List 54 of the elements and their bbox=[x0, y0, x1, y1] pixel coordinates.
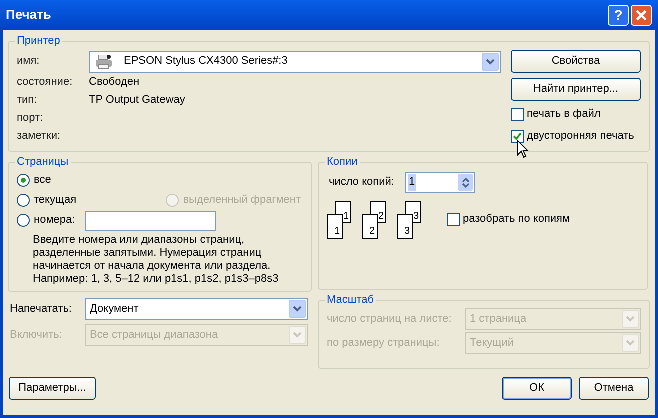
checkbox[interactable] bbox=[511, 108, 524, 120]
field-label: имя: bbox=[17, 54, 41, 70]
field-label: тип: bbox=[17, 93, 38, 108]
radio-button[interactable] bbox=[17, 174, 30, 187]
printer-icon bbox=[96, 54, 112, 68]
field-value: TP Output Gateway bbox=[89, 93, 186, 108]
group-title: Копии bbox=[326, 155, 359, 170]
checkbox-label[interactable]: двусторонняя печать bbox=[527, 128, 634, 144]
spinner-arrows-icon bbox=[462, 176, 470, 188]
checkbox[interactable] bbox=[447, 213, 460, 226]
field-label: по размеру страницы: bbox=[327, 336, 441, 351]
group-title: Масштаб bbox=[326, 293, 376, 308]
close-button[interactable] bbox=[631, 4, 652, 26]
button[interactable]: ОК bbox=[502, 377, 572, 400]
button[interactable]: Найти принтер... bbox=[511, 78, 641, 100]
page-numbers-field[interactable] bbox=[85, 210, 216, 230]
field-label: число копий: bbox=[328, 175, 396, 190]
dropdown[interactable]: Документ bbox=[84, 298, 308, 320]
button[interactable]: Параметры... bbox=[9, 377, 96, 400]
field-label: порт: bbox=[17, 111, 44, 126]
group-title: Принтер bbox=[16, 34, 62, 49]
cursor-icon bbox=[517, 140, 529, 158]
page-stack-drawing: 3 3 bbox=[397, 200, 421, 238]
checkbox-label[interactable]: печать в файл bbox=[527, 106, 601, 122]
printer-dropdown[interactable]: EPSON Stylus CX4300 Series#:3 bbox=[89, 50, 501, 72]
field-label: заметки: bbox=[17, 129, 62, 144]
radio-button[interactable] bbox=[17, 214, 30, 227]
button[interactable]: Свойства bbox=[511, 50, 641, 72]
hint-text: Введите номера или диапазоны страниц, разделенные запятыми. Нумерация страниц начинается от начала документа или раздела. Например: 1, 3, 5–12 или p1s1, p1s2, p1s3–p8s3 bbox=[33, 234, 280, 286]
radio-label[interactable]: все bbox=[34, 172, 52, 189]
radio-button[interactable] bbox=[17, 194, 30, 207]
chevron-down-icon bbox=[626, 340, 635, 346]
checkbox-label[interactable]: разобрать по копиям bbox=[463, 211, 570, 228]
chevron-down-icon bbox=[293, 332, 302, 338]
chevron-down-icon bbox=[626, 316, 635, 322]
button[interactable]: Отмена bbox=[579, 377, 649, 400]
radio-label[interactable]: текущая bbox=[34, 192, 77, 209]
chevron-down-icon bbox=[293, 306, 302, 312]
page-stack-drawing: 1 1 bbox=[327, 200, 351, 238]
radio-label: выделенный фрагмент bbox=[183, 193, 301, 208]
copies-spinner[interactable]: 1 bbox=[405, 172, 475, 193]
window-title: Печать bbox=[6, 6, 52, 24]
checkbox[interactable] bbox=[511, 130, 524, 142]
field-label: Включить: bbox=[9, 328, 64, 343]
group-title: Страницы bbox=[16, 155, 70, 170]
field-label: число страниц на листе: bbox=[327, 312, 453, 327]
field-label: Напечатать: bbox=[9, 302, 73, 317]
radio-label[interactable]: номера: bbox=[34, 212, 76, 229]
field-value: Свободен bbox=[89, 75, 140, 90]
page-stack-drawing: 2 2 bbox=[362, 200, 386, 238]
help-button[interactable]: ? bbox=[608, 4, 629, 26]
chevron-down-icon bbox=[486, 58, 495, 64]
close-icon bbox=[636, 10, 647, 20]
field-label: состояние: bbox=[17, 75, 74, 90]
